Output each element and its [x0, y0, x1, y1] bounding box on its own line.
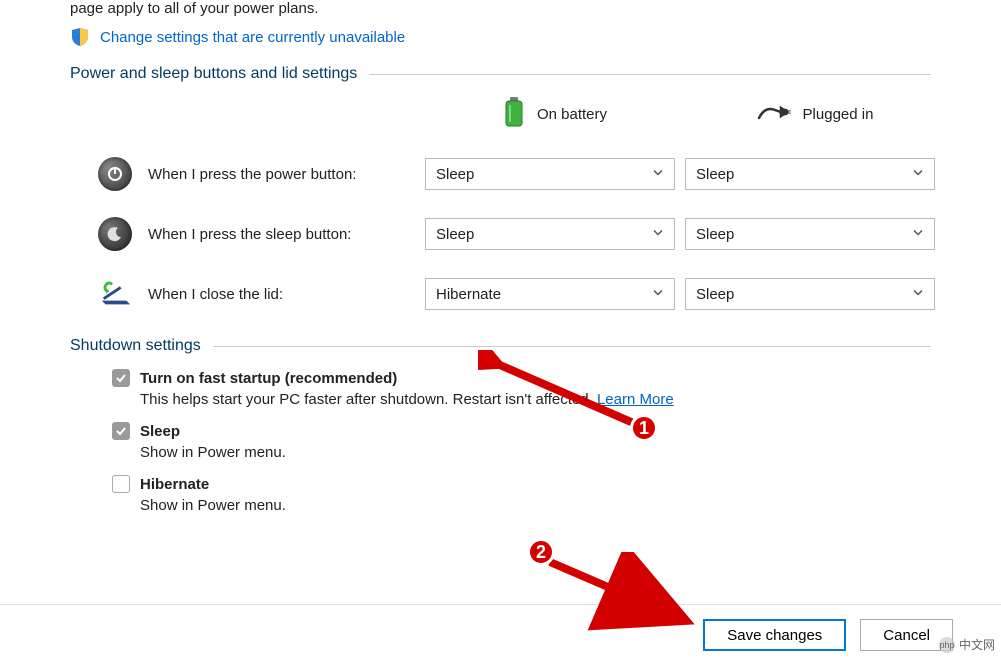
- sleep-button-label: When I press the sleep button:: [148, 226, 351, 243]
- section-shutdown-title: Shutdown settings: [70, 337, 931, 355]
- chevron-down-icon: [652, 166, 664, 183]
- sleep-button-battery-dropdown[interactable]: Sleep: [425, 218, 675, 250]
- callout-2: 2: [527, 538, 555, 566]
- footer-separator: [0, 604, 1001, 605]
- callout-1: 1: [630, 414, 658, 442]
- watermark-logo-icon: php: [939, 637, 955, 653]
- watermark-text: 中文网: [959, 636, 995, 653]
- intro-text: page apply to all of your power plans.: [70, 0, 931, 17]
- header-on-battery: On battery: [425, 97, 685, 131]
- fast-startup-checkbox[interactable]: [112, 369, 130, 387]
- battery-icon: [503, 97, 525, 131]
- chevron-down-icon: [912, 226, 924, 243]
- change-settings-link[interactable]: Change settings that are currently unava…: [100, 29, 405, 46]
- fast-startup-desc: This helps start your PC faster after sh…: [140, 391, 597, 408]
- sleep-button-icon: [98, 217, 132, 251]
- power-button-label: When I press the power button:: [148, 166, 356, 183]
- section-power-title: Power and sleep buttons and lid settings: [70, 65, 931, 83]
- hibernate-checkbox[interactable]: [112, 475, 130, 493]
- lid-icon: [98, 277, 132, 311]
- plug-icon: [757, 102, 791, 126]
- save-changes-button[interactable]: Save changes: [703, 619, 846, 651]
- close-lid-label: When I close the lid:: [148, 286, 283, 303]
- close-lid-battery-dropdown[interactable]: Hibernate: [425, 278, 675, 310]
- sleep-button-plugged-dropdown[interactable]: Sleep: [685, 218, 935, 250]
- annotation-arrow-2: [540, 552, 710, 632]
- sleep-option-desc: Show in Power menu.: [140, 444, 931, 461]
- header-plugged-in: Plugged in: [685, 102, 945, 126]
- chevron-down-icon: [912, 166, 924, 183]
- watermark: php 中文网: [939, 636, 995, 653]
- chevron-down-icon: [652, 286, 664, 303]
- sleep-option-label: Sleep: [140, 423, 180, 440]
- shield-icon: [70, 27, 90, 47]
- fast-startup-label: Turn on fast startup (recommended): [140, 370, 397, 387]
- learn-more-link[interactable]: Learn More: [597, 391, 674, 408]
- power-button-icon: [98, 157, 132, 191]
- chevron-down-icon: [652, 226, 664, 243]
- hibernate-option-desc: Show in Power menu.: [140, 497, 931, 514]
- power-button-battery-dropdown[interactable]: Sleep: [425, 158, 675, 190]
- hibernate-option-label: Hibernate: [140, 476, 209, 493]
- power-button-plugged-dropdown[interactable]: Sleep: [685, 158, 935, 190]
- sleep-checkbox[interactable]: [112, 422, 130, 440]
- close-lid-plugged-dropdown[interactable]: Sleep: [685, 278, 935, 310]
- chevron-down-icon: [912, 286, 924, 303]
